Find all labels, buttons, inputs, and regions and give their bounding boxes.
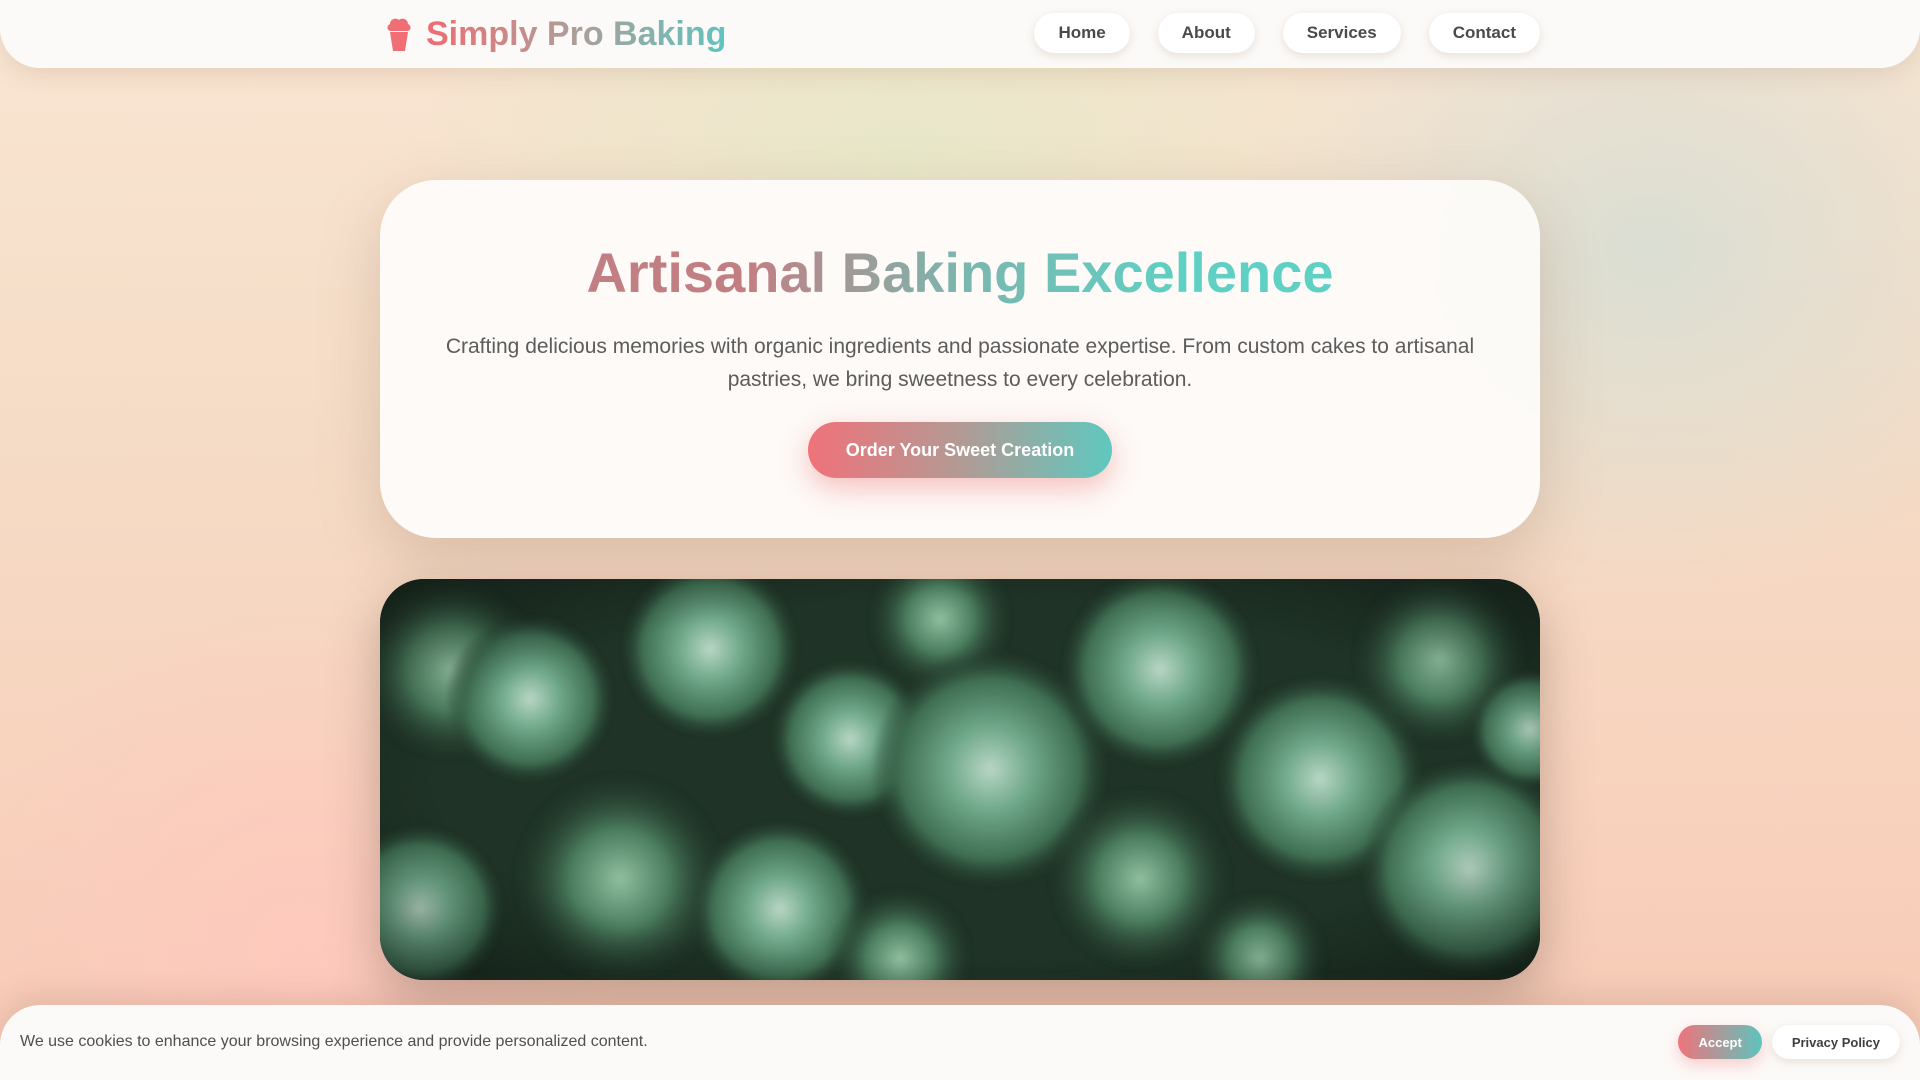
hero-card: Artisanal Baking Excellence Crafting del…: [380, 180, 1540, 538]
main-nav: Home About Services Contact: [1034, 13, 1540, 53]
privacy-policy-button[interactable]: Privacy Policy: [1771, 1025, 1900, 1059]
brand-logo[interactable]: Simply Pro Baking: [384, 13, 726, 55]
succulents-photo: [380, 579, 1540, 980]
hero-title: Artisanal Baking Excellence: [586, 241, 1334, 304]
cookie-banner: We use cookies to enhance your browsing …: [0, 1005, 1920, 1080]
brand-name: Simply Pro Baking: [426, 14, 727, 53]
cookie-actions: Accept Privacy Policy: [1678, 1025, 1900, 1059]
accept-button[interactable]: Accept: [1678, 1025, 1762, 1059]
nav-contact[interactable]: Contact: [1428, 13, 1540, 53]
cookie-message: We use cookies to enhance your browsing …: [20, 1033, 648, 1050]
site-header: Simply Pro Baking Home About Services Co…: [0, 0, 1920, 68]
hero-subtitle: Crafting delicious memories with organic…: [445, 335, 1475, 391]
nav-services[interactable]: Services: [1282, 13, 1401, 53]
nav-home[interactable]: Home: [1034, 13, 1130, 53]
nav-about[interactable]: About: [1157, 13, 1255, 53]
cupcake-icon: [387, 18, 411, 51]
order-button[interactable]: Order Your Sweet Creation: [808, 422, 1112, 478]
